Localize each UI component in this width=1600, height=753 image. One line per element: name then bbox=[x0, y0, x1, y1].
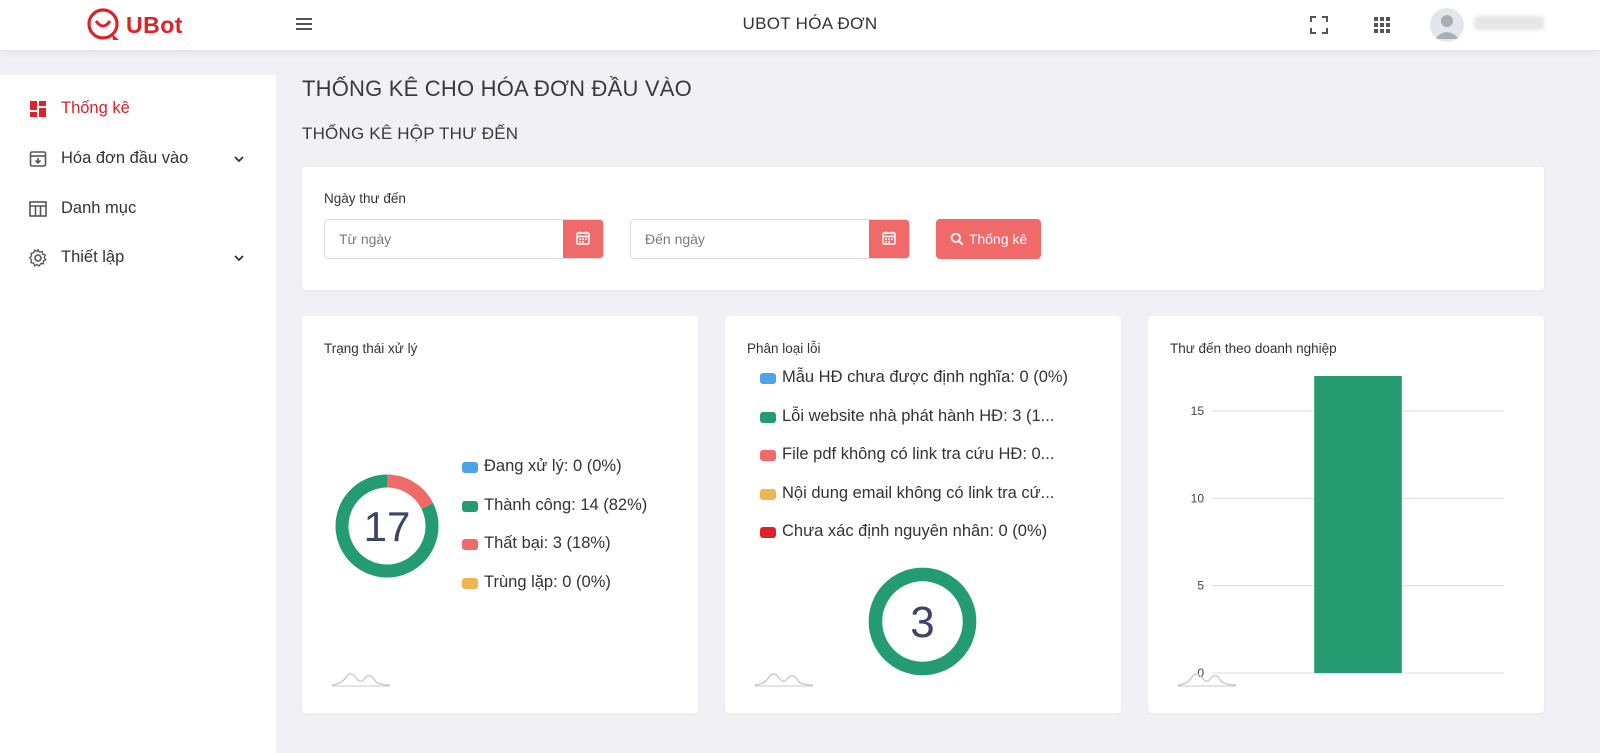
legend-swatch bbox=[462, 577, 478, 589]
section-title: THỐNG KÊ HỘP THƯ ĐẾN bbox=[302, 124, 519, 143]
legend-label: Trùng lặp: 0 (0%) bbox=[484, 572, 611, 591]
legend-swatch bbox=[760, 411, 776, 423]
chart-watermark-icon bbox=[331, 673, 391, 687]
legend-label: Chưa xác định nguyên nhân: 0 (0%) bbox=[782, 522, 1048, 540]
mail-by-company-card: Thư đến theo doanh nghiệp 0 5 10 15 bbox=[1148, 316, 1544, 713]
avatar[interactable] bbox=[1430, 8, 1464, 42]
to-date-group bbox=[630, 219, 910, 259]
dashboard-icon bbox=[30, 101, 46, 117]
user-avatar-icon bbox=[1435, 15, 1459, 39]
page-title: THỐNG KÊ CHO HÓA ĐƠN ĐẦU VÀO bbox=[302, 76, 692, 101]
y-tick-label: 15 bbox=[1191, 404, 1205, 418]
chart-title: Trạng thái xử lý bbox=[324, 341, 418, 356]
processing-status-card: Trạng thái xử lý 17 Đang xử lý: 0 (0%) T… bbox=[302, 316, 698, 713]
processing-status-donut: 17 bbox=[335, 474, 439, 578]
sidebar-item-label: Thiết lập bbox=[61, 248, 125, 266]
fullscreen-icon[interactable] bbox=[1308, 14, 1330, 36]
legend-swatch bbox=[760, 373, 776, 384]
legend-swatch bbox=[462, 500, 478, 512]
sidebar-item-categories[interactable]: Danh mục bbox=[0, 189, 276, 229]
date-filter-label: Ngày thư đến bbox=[324, 191, 406, 206]
username-blurred[interactable] bbox=[1474, 16, 1544, 30]
sidebar-item-input-invoices[interactable]: Hóa đơn đầu vào bbox=[0, 139, 276, 179]
legend-swatch bbox=[462, 539, 478, 550]
donut-total-label: 17 bbox=[364, 503, 411, 550]
from-date-calendar-button[interactable] bbox=[563, 220, 603, 258]
calendar-icon bbox=[576, 231, 590, 245]
to-date-calendar-button[interactable] bbox=[869, 220, 909, 258]
calendar-icon bbox=[882, 231, 896, 245]
chart-watermark-icon bbox=[1177, 673, 1237, 687]
sidebar: Thống kê Hóa đơn đầu vào Danh mục Thiết … bbox=[0, 75, 276, 753]
legend-label: Thất bại: 3 (18%) bbox=[484, 534, 611, 552]
bar[interactable] bbox=[1314, 376, 1402, 673]
filter-card: Ngày thư đến Thống kê bbox=[302, 167, 1544, 290]
donut-total-label: 3 bbox=[910, 598, 934, 647]
legend-label: Đang xử lý: 0 (0%) bbox=[484, 457, 622, 475]
legend-swatch bbox=[462, 462, 478, 473]
y-tick-label: 5 bbox=[1197, 579, 1204, 593]
sidebar-item-dashboard[interactable]: Thống kê bbox=[0, 89, 276, 129]
legend-label: File pdf không có link tra cứu HĐ: 0... bbox=[782, 445, 1055, 463]
apps-grid-icon[interactable] bbox=[1371, 14, 1393, 36]
legend-swatch bbox=[760, 527, 776, 538]
search-icon bbox=[950, 232, 964, 246]
to-date-input[interactable] bbox=[631, 220, 871, 258]
statistics-button[interactable]: Thống kê bbox=[936, 219, 1041, 259]
error-classification-card: Phân loại lỗi Mẫu HĐ chưa được định nghĩ… bbox=[725, 316, 1121, 713]
table-icon bbox=[29, 201, 47, 217]
error-classification-donut: 3 bbox=[868, 567, 977, 676]
app-title: UBOT HÓA ĐƠN bbox=[742, 14, 878, 33]
top-header: UBot UBOT HÓA ĐƠN bbox=[0, 0, 1600, 50]
chevron-down-icon bbox=[234, 156, 244, 163]
legend-label: Lỗi website nhà phát hành HĐ: 3 (1... bbox=[782, 406, 1055, 425]
legend-label: Mẫu HĐ chưa được định nghĩa: 0 (0%) bbox=[782, 368, 1069, 386]
mail-by-company-bar-chart: 051015 bbox=[1191, 376, 1504, 680]
chart-title: Phân loại lỗi bbox=[747, 341, 821, 356]
legend-label: Thành công: 14 (82%) bbox=[484, 495, 648, 514]
gear-icon bbox=[28, 248, 47, 267]
inbox-icon bbox=[29, 151, 47, 167]
from-date-input[interactable] bbox=[325, 220, 565, 258]
y-tick-label: 10 bbox=[1191, 491, 1205, 505]
from-date-group bbox=[324, 219, 604, 259]
statistics-button-label: Thống kê bbox=[968, 231, 1028, 247]
sidebar-item-label: Thống kê bbox=[61, 99, 130, 117]
sidebar-item-settings[interactable]: Thiết lập bbox=[0, 238, 276, 278]
chart-watermark-icon bbox=[754, 673, 814, 687]
chevron-down-icon bbox=[234, 255, 244, 262]
legend-swatch bbox=[760, 450, 776, 461]
sidebar-item-label: Hóa đơn đầu vào bbox=[61, 149, 189, 167]
legend-swatch bbox=[760, 488, 776, 500]
legend-label: Nội dung email không có link tra cứ... bbox=[782, 483, 1055, 502]
sidebar-item-label: Danh mục bbox=[61, 199, 137, 217]
